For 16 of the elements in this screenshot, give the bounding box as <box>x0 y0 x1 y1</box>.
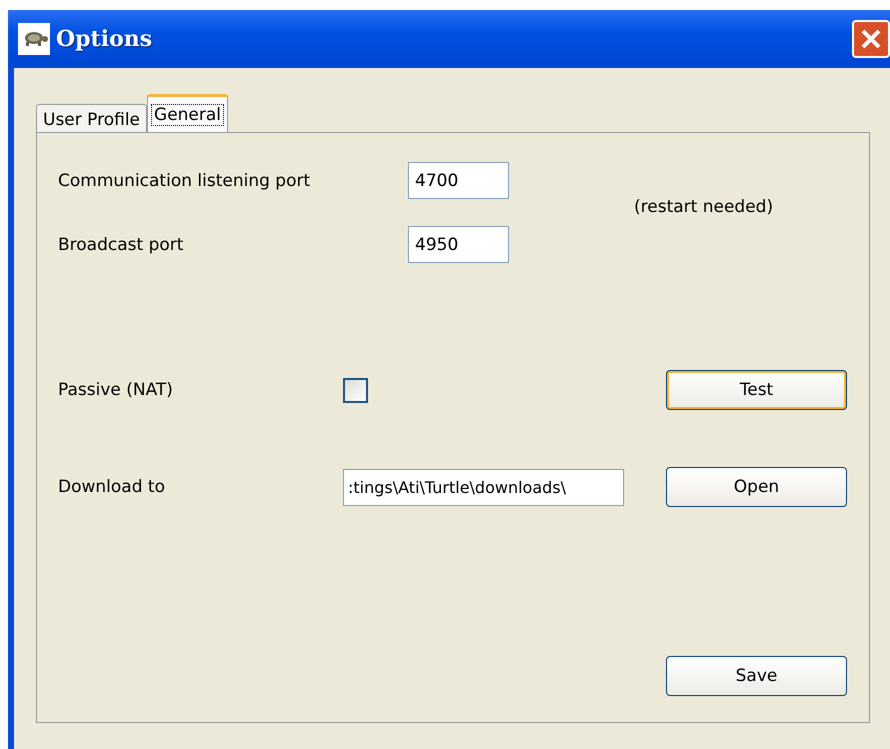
tab[interactable]: General <box>147 94 228 132</box>
port-field[interactable]: 4700 <box>408 162 509 199</box>
port-field[interactable]: 4950 <box>408 226 509 263</box>
test-button[interactable]: Test <box>666 370 847 410</box>
field-label: Broadcast port <box>58 234 184 254</box>
window-title: Options <box>56 26 154 52</box>
field-label: Communication listening port <box>58 170 312 190</box>
download-path-field[interactable]: :tings\Ati\Turtle\downloads\ <box>343 468 624 506</box>
download-label: Download to <box>58 477 166 497</box>
save-button[interactable]: Save <box>666 656 847 696</box>
tab[interactable]: User Profile <box>36 104 148 132</box>
open-button[interactable]: Open <box>666 467 847 507</box>
close-button[interactable] <box>852 20 890 58</box>
passive-checkbox[interactable] <box>343 378 368 402</box>
passive-label: Passive (NAT) <box>58 380 174 400</box>
restart-note: (restart needed) <box>634 196 774 216</box>
